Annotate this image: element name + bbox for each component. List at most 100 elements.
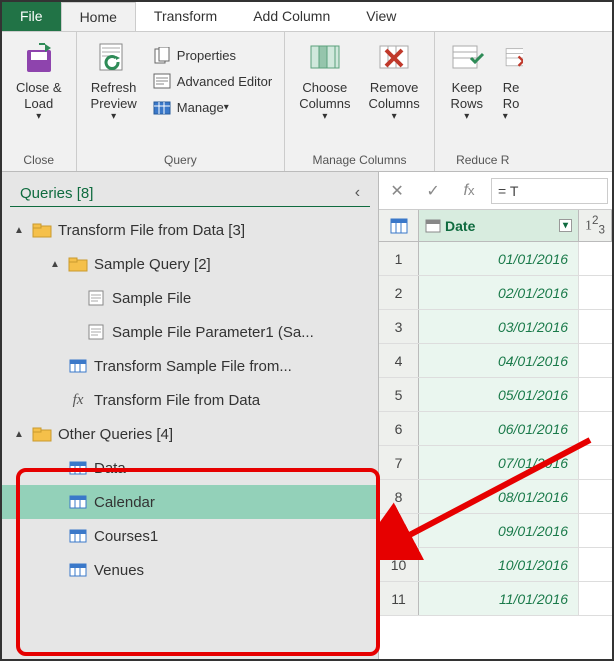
- formula-input[interactable]: = T: [491, 178, 608, 204]
- tree-item-label: Transform Sample File from...: [94, 358, 292, 375]
- tab-file[interactable]: File: [2, 2, 61, 31]
- tree-item[interactable]: Transform Sample File from...: [2, 349, 378, 383]
- cell-date[interactable]: 10/01/2016: [419, 548, 579, 581]
- cancel-formula-button[interactable]: ✕: [383, 177, 411, 205]
- table-row[interactable]: 707/01/2016: [379, 446, 612, 480]
- date-type-icon: [425, 219, 441, 233]
- group-close-label: Close: [23, 153, 54, 169]
- tab-home[interactable]: Home: [61, 2, 136, 31]
- keep-rows-button[interactable]: Keep Rows: [443, 36, 491, 127]
- tree-item[interactable]: Courses1: [2, 519, 378, 553]
- tree-item[interactable]: fxTransform File from Data: [2, 383, 378, 417]
- queries-title: Queries [8]: [20, 185, 93, 202]
- row-index[interactable]: 6: [379, 412, 419, 445]
- tree-item[interactable]: Calendar: [2, 485, 378, 519]
- table-row[interactable]: 1111/01/2016: [379, 582, 612, 616]
- tree-item-label: Sample Query [2]: [94, 256, 211, 273]
- cell-date[interactable]: 05/01/2016: [419, 378, 579, 411]
- commit-formula-button[interactable]: ✓: [419, 177, 447, 205]
- tree-item-label: Data: [94, 460, 126, 477]
- queries-tree: ▲Transform File from Data [3]▲Sample Que…: [2, 211, 378, 659]
- cell-date[interactable]: 11/01/2016: [419, 582, 579, 615]
- tree-item[interactable]: ▲ Other Queries [4]: [2, 417, 378, 451]
- cell-date[interactable]: 09/01/2016: [419, 514, 579, 547]
- table-row[interactable]: 505/01/2016: [379, 378, 612, 412]
- column-header-2[interactable]: 123: [579, 210, 612, 241]
- main-area: Queries [8] ‹ ▲Transform File from Data …: [2, 172, 612, 659]
- editor-icon: [153, 73, 171, 91]
- cell-date[interactable]: 03/01/2016: [419, 310, 579, 343]
- expand-icon[interactable]: ▲: [50, 259, 62, 270]
- table-row[interactable]: 202/01/2016: [379, 276, 612, 310]
- tab-view[interactable]: View: [348, 2, 414, 31]
- cell-date[interactable]: 07/01/2016: [419, 446, 579, 479]
- cell-date[interactable]: 01/01/2016: [419, 242, 579, 275]
- refresh-preview-button[interactable]: Refresh Preview: [85, 36, 143, 127]
- table-row[interactable]: 303/01/2016: [379, 310, 612, 344]
- table-row[interactable]: 808/01/2016: [379, 480, 612, 514]
- column-header-date[interactable]: Date ▾: [419, 210, 579, 241]
- remove-rows-label: Re Ro: [503, 80, 520, 111]
- choose-columns-button[interactable]: Choose Columns: [293, 36, 356, 127]
- table-row[interactable]: 606/01/2016: [379, 412, 612, 446]
- remove-columns-button[interactable]: Remove Columns: [362, 36, 425, 127]
- column-filter-icon[interactable]: ▾: [559, 219, 572, 232]
- formula-text: = T: [498, 183, 518, 199]
- tree-item[interactable]: ▲Transform File from Data [3]: [2, 213, 378, 247]
- remove-rows-icon: [503, 40, 523, 76]
- row-index[interactable]: 1: [379, 242, 419, 275]
- collapse-icon[interactable]: ‹: [355, 184, 360, 202]
- group-manage-columns: Choose Columns Remove Columns Manage Col…: [285, 32, 435, 171]
- adv-editor-button[interactable]: Advanced Editor: [149, 71, 276, 93]
- row-index[interactable]: 8: [379, 480, 419, 513]
- row-index[interactable]: 10: [379, 548, 419, 581]
- tab-transform[interactable]: Transform: [136, 2, 235, 31]
- row-index[interactable]: 2: [379, 276, 419, 309]
- expand-icon[interactable]: ▲: [14, 225, 26, 236]
- queries-pane-header[interactable]: Queries [8] ‹: [10, 178, 370, 207]
- row-index[interactable]: 11: [379, 582, 419, 615]
- table-icon: [68, 527, 88, 545]
- row-index[interactable]: 5: [379, 378, 419, 411]
- manage-button[interactable]: Manage: [149, 97, 233, 119]
- close-load-button[interactable]: Close & Load: [10, 36, 68, 127]
- cell-date[interactable]: 08/01/2016: [419, 480, 579, 513]
- manage-label: Manage: [177, 100, 224, 115]
- row-index[interactable]: 7: [379, 446, 419, 479]
- row-index[interactable]: 9: [379, 514, 419, 547]
- tree-item-label: Other Queries [4]: [58, 426, 173, 443]
- tree-item-label: Sample File Parameter1 (Sa...: [112, 324, 314, 341]
- row-index[interactable]: 4: [379, 344, 419, 377]
- fx-button[interactable]: fx: [455, 177, 483, 205]
- tree-item[interactable]: Data: [2, 451, 378, 485]
- tree-item-label: Venues: [94, 562, 144, 579]
- tree-item-label: Calendar: [94, 494, 155, 511]
- data-grid: Date ▾ 123 101/01/2016202/01/2016303/01/…: [379, 210, 612, 659]
- choose-columns-label: Choose Columns: [299, 80, 350, 111]
- select-all-corner[interactable]: [379, 210, 419, 241]
- keep-rows-label: Keep Rows: [451, 80, 484, 111]
- table-row[interactable]: 909/01/2016: [379, 514, 612, 548]
- group-mc-label: Manage Columns: [312, 153, 406, 169]
- ribbon: Close & Load Close Refresh Preview Prope…: [2, 32, 612, 172]
- cell-date[interactable]: 02/01/2016: [419, 276, 579, 309]
- table-icon: [68, 459, 88, 477]
- cell-date[interactable]: 04/01/2016: [419, 344, 579, 377]
- table-row[interactable]: 1010/01/2016: [379, 548, 612, 582]
- tree-item[interactable]: Venues: [2, 553, 378, 587]
- remove-columns-label: Remove Columns: [368, 80, 419, 111]
- tab-add-column[interactable]: Add Column: [235, 2, 348, 31]
- tree-item[interactable]: Sample File Parameter1 (Sa...: [2, 315, 378, 349]
- remove-rows-button[interactable]: Re Ro: [497, 36, 523, 127]
- cell-date[interactable]: 06/01/2016: [419, 412, 579, 445]
- tree-item[interactable]: Sample File: [2, 281, 378, 315]
- tree-item[interactable]: ▲ Sample Query [2]: [2, 247, 378, 281]
- adv-editor-label: Advanced Editor: [177, 74, 272, 89]
- row-index[interactable]: 3: [379, 310, 419, 343]
- table-row[interactable]: 404/01/2016: [379, 344, 612, 378]
- group-reduce-label: Reduce R: [456, 153, 509, 169]
- properties-button[interactable]: Properties: [149, 45, 240, 67]
- column-header-2-type: 123: [585, 214, 605, 236]
- table-row[interactable]: 101/01/2016: [379, 242, 612, 276]
- expand-icon[interactable]: ▲: [14, 429, 26, 440]
